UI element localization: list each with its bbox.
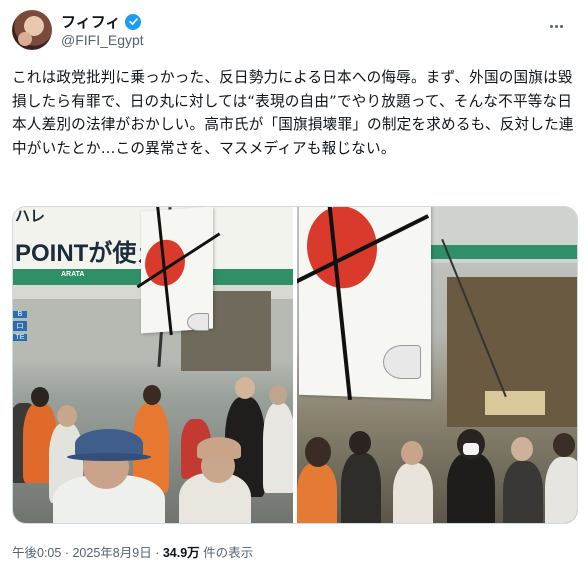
- side-mark-te: TE: [13, 334, 27, 341]
- views-label: 件の表示: [203, 546, 254, 560]
- handle[interactable]: @FIFI_Egypt: [61, 32, 144, 48]
- photo-right[interactable]: [297, 207, 577, 523]
- avatar[interactable]: [12, 10, 52, 50]
- tweet-text: これは政党批判に乗っかった、反日勢力による日本への侮辱。まず、外国の国旗は毀損し…: [12, 69, 574, 157]
- signage-katakana: ハレ: [15, 208, 46, 225]
- side-mark-2: 口: [13, 321, 27, 331]
- tweet-meta: 午後0:05 · 2025年8月9日 · 34.9万 件の表示: [12, 542, 253, 561]
- more-options-icon[interactable]: [546, 16, 566, 36]
- views-count: 34.9万: [162, 546, 200, 560]
- signage-main: POINTが使え: [15, 240, 161, 267]
- name-row: フィフィ: [61, 11, 142, 32]
- tweet-time[interactable]: 午後0:05: [12, 546, 61, 560]
- meta-separator: ·: [155, 546, 160, 560]
- photo-left[interactable]: ハレ POINTが使え ARATA B 口 TE: [13, 207, 293, 523]
- verified-badge-icon: [125, 13, 142, 30]
- crowd: [13, 363, 293, 523]
- tweet-header: フィフィ @FIFI_Egypt: [12, 10, 572, 54]
- tweet-date[interactable]: 2025年8月9日: [72, 546, 151, 560]
- media-grid: ハレ POINTが使え ARATA B 口 TE: [12, 206, 578, 524]
- display-name[interactable]: フィフィ: [61, 11, 120, 32]
- signage-sub: ARATA: [61, 271, 85, 278]
- meta-separator: ·: [64, 546, 69, 560]
- side-mark-b: B: [13, 311, 27, 318]
- megaphone: [187, 313, 209, 331]
- crowd: [297, 423, 577, 523]
- megaphone: [383, 345, 421, 379]
